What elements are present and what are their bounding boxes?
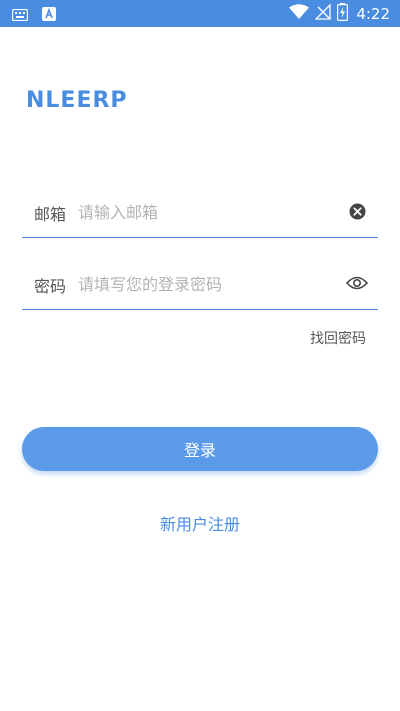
status-bar-left (11, 6, 56, 25)
forgot-password-link[interactable]: 找回密码 (310, 328, 366, 348)
email-field: 邮箱 (22, 193, 378, 238)
status-time: 4:22 (356, 4, 390, 23)
app-title: NLEERP (26, 88, 128, 113)
register-link[interactable]: 新用户注册 (0, 511, 400, 535)
password-label: 密码 (34, 277, 67, 296)
eye-icon[interactable] (346, 272, 368, 294)
text-a-icon (42, 6, 56, 25)
keyboard-icon (11, 6, 29, 25)
login-screen: 4:22 NLEERP 邮箱 密码 找回密码 登录 新用户注册 (0, 0, 400, 711)
battery-charging-icon (337, 3, 349, 25)
password-field: 密码 (22, 265, 378, 310)
clear-icon[interactable] (346, 200, 368, 222)
wifi-icon (289, 4, 310, 24)
status-bar-right: 4:22 (289, 3, 390, 25)
email-input[interactable] (78, 197, 328, 227)
email-label: 邮箱 (34, 205, 67, 224)
login-button[interactable]: 登录 (22, 427, 378, 471)
password-input[interactable] (78, 269, 328, 299)
no-signal-icon (314, 3, 331, 24)
status-bar: 4:22 (0, 0, 400, 27)
